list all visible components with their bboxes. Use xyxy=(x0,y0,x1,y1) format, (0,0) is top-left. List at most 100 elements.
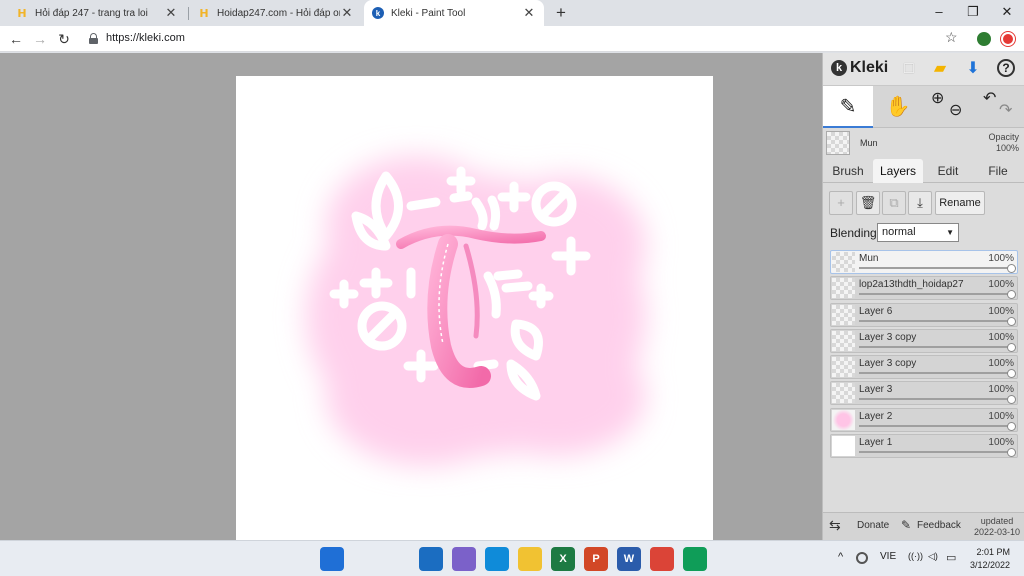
layer-opacity-handle[interactable] xyxy=(1007,421,1016,431)
layer-opacity-handle[interactable] xyxy=(1007,395,1016,405)
reload-button[interactable]: ↻ xyxy=(54,29,74,49)
layer-opacity-slider[interactable] xyxy=(859,345,1013,348)
layer-opacity-slider[interactable] xyxy=(859,398,1013,401)
help-icon[interactable]: ? xyxy=(997,59,1015,77)
volume-icon[interactable]: ◁) xyxy=(928,551,938,562)
zoom-in-icon[interactable]: ⊕ xyxy=(931,78,944,120)
browser-tab-hoidap-1[interactable]: H Hỏi đáp 247 - trang tra loi ✕ xyxy=(8,0,186,26)
file-explorer-icon[interactable] xyxy=(518,547,542,571)
layer-item[interactable]: Layer 3 100% xyxy=(830,381,1018,406)
chat-icon[interactable] xyxy=(452,547,476,571)
kleki-logo-text: Kleki xyxy=(850,59,889,76)
layer-item[interactable]: Layer 2 100% xyxy=(830,407,1018,432)
minimize-button[interactable]: – xyxy=(922,0,956,26)
tab-layers[interactable]: Layers xyxy=(873,159,923,183)
new-tab-button[interactable]: + xyxy=(552,2,570,24)
chrome-profile-icon[interactable] xyxy=(683,547,707,571)
layer-item[interactable]: Mun 100% xyxy=(830,250,1018,274)
edge-icon[interactable] xyxy=(485,547,509,571)
tab-separator xyxy=(188,7,189,20)
chrome-icon[interactable] xyxy=(650,547,674,571)
wifi-icon[interactable]: ((·)) xyxy=(908,551,923,561)
browser-toolbar: ← → ↻ https://kleki.com ☆ xyxy=(0,26,1024,52)
lock-icon[interactable] xyxy=(89,33,98,44)
layer-item[interactable]: lop2a13thdth_hoidap27 100% xyxy=(830,276,1018,301)
tab-brush[interactable]: Brush xyxy=(823,159,873,183)
layer-opacity-slider[interactable] xyxy=(859,293,1013,296)
add-layer-button[interactable]: + xyxy=(829,191,853,215)
powerpoint-icon[interactable]: P xyxy=(584,547,608,571)
word-icon[interactable]: W xyxy=(617,547,641,571)
layer-item[interactable]: Layer 3 copy 100% xyxy=(830,328,1018,353)
delete-layer-icon[interactable]: 🗑 xyxy=(856,191,880,215)
new-image-icon[interactable]: □ xyxy=(899,59,919,79)
zoom-out-icon[interactable]: ⊖ xyxy=(949,90,962,132)
layer-name: Layer 3 copy xyxy=(859,331,917,343)
tab-edit[interactable]: Edit xyxy=(923,159,973,183)
tray-chevron-icon[interactable]: ^ xyxy=(838,551,843,563)
layer-name: lop2a13thdth_hoidap27 xyxy=(859,279,964,291)
layer-item[interactable]: Layer 6 100% xyxy=(830,302,1018,327)
feedback-link[interactable]: Feedback xyxy=(917,520,961,531)
duplicate-layer-icon[interactable]: ⧉ xyxy=(882,191,906,215)
layer-opacity-slider[interactable] xyxy=(859,372,1013,375)
drawing-canvas[interactable] xyxy=(236,76,713,540)
system-clock[interactable]: 2:01 PM 3/12/2022 xyxy=(970,546,1010,572)
browser-tab-hoidap-2[interactable]: H Hoidap247.com - Hỏi đáp online ✕ xyxy=(190,0,362,26)
kleki-logo-icon: k xyxy=(831,60,847,76)
tab-close-icon[interactable]: ✕ xyxy=(522,5,536,21)
canvas-workspace[interactable] xyxy=(0,53,822,540)
kleki-logo[interactable]: k Kleki xyxy=(831,59,888,77)
zoom-tool-group: ⊕ ⊖ xyxy=(923,86,973,128)
close-window-button[interactable]: ✕ xyxy=(990,0,1024,26)
save-folder-icon[interactable]: ▰ xyxy=(930,59,950,79)
forward-button[interactable]: → xyxy=(30,29,50,49)
search-taskbar-icon[interactable] xyxy=(353,547,377,571)
tab-close-icon[interactable]: ✕ xyxy=(340,5,354,21)
layer-opacity-slider[interactable] xyxy=(859,319,1013,322)
redo-icon[interactable]: ↷ xyxy=(999,90,1012,132)
excel-icon[interactable]: X xyxy=(551,547,575,571)
back-button[interactable]: ← xyxy=(6,29,26,49)
battery-icon[interactable]: ▭ xyxy=(946,551,956,564)
tab-close-icon[interactable]: ✕ xyxy=(164,5,178,21)
language-indicator[interactable]: VIE xyxy=(880,551,896,562)
bookmark-star-icon[interactable]: ☆ xyxy=(945,29,958,46)
layer-opacity-slider[interactable] xyxy=(859,451,1013,454)
rename-layer-button[interactable]: Rename xyxy=(935,191,985,215)
layer-opacity: 100% xyxy=(988,331,1014,343)
hand-tool-button[interactable]: ✋ xyxy=(873,86,923,128)
address-bar[interactable]: https://kleki.com xyxy=(106,32,185,44)
task-view-icon[interactable] xyxy=(386,547,410,571)
layer-item[interactable]: Layer 3 copy 100% xyxy=(830,355,1018,380)
layer-item[interactable]: Layer 1 100% xyxy=(830,434,1018,459)
blending-select[interactable]: normal ▼ xyxy=(877,223,959,242)
undo-icon[interactable]: ↶ xyxy=(983,78,996,120)
profile-avatar[interactable] xyxy=(1001,32,1015,46)
layer-opacity-slider[interactable] xyxy=(859,424,1013,427)
swap-side-icon[interactable]: ⇆ xyxy=(829,517,841,534)
download-icon[interactable]: ⬇ xyxy=(963,59,983,79)
layer-opacity-handle[interactable] xyxy=(1007,264,1016,273)
layer-opacity-handle[interactable] xyxy=(1007,290,1016,300)
brush-tool-button[interactable]: ✎ xyxy=(823,86,873,128)
donate-link[interactable]: Donate xyxy=(857,520,889,531)
layer-opacity-handle[interactable] xyxy=(1007,342,1016,352)
layer-name: Layer 3 copy xyxy=(859,358,917,370)
hoidap-favicon-icon: H xyxy=(17,6,27,20)
brush-preview[interactable] xyxy=(826,131,850,155)
windows-start-icon[interactable] xyxy=(320,547,344,571)
layer-opacity-handle[interactable] xyxy=(1007,316,1016,326)
layer-opacity-handle[interactable] xyxy=(1007,448,1016,458)
undo-redo-group: ↶ ↷ xyxy=(973,86,1023,128)
tab-file[interactable]: File xyxy=(973,159,1023,183)
merge-layer-icon[interactable]: ⤓ xyxy=(908,191,932,215)
sync-icon[interactable] xyxy=(856,552,868,564)
extension-icon[interactable] xyxy=(977,32,991,46)
updated-info[interactable]: updated 2022-03-10 xyxy=(974,516,1020,538)
restore-button[interactable]: ❐ xyxy=(956,0,990,26)
widgets-icon[interactable] xyxy=(419,547,443,571)
browser-tab-kleki[interactable]: k Kleki - Paint Tool ✕ xyxy=(364,0,544,26)
layer-opacity-handle[interactable] xyxy=(1007,369,1016,379)
layer-opacity-slider[interactable] xyxy=(859,267,1013,269)
